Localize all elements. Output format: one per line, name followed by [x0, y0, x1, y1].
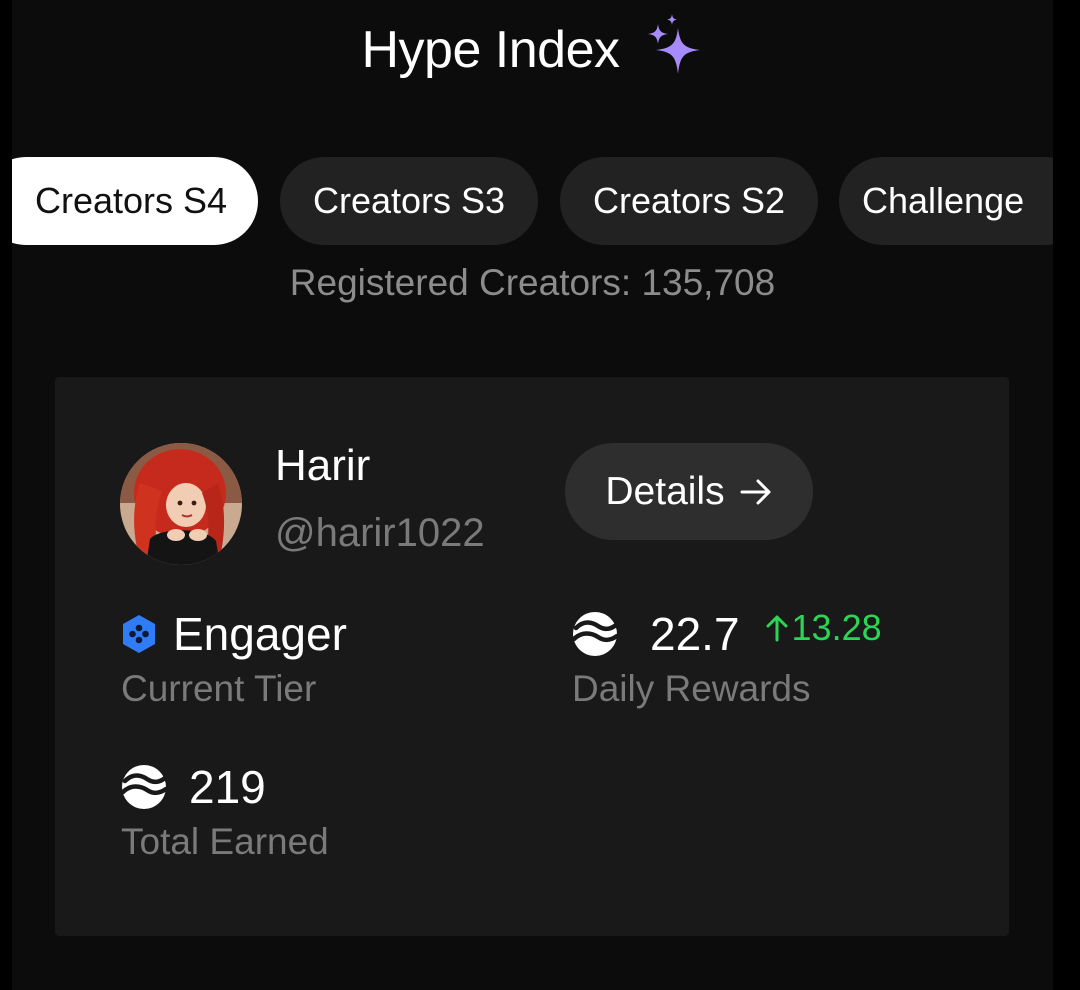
- avatar-image: [120, 443, 242, 565]
- tier-value: Engager: [173, 608, 347, 660]
- creator-name: Harir: [275, 441, 371, 490]
- daily-rewards-change: 13.28: [766, 607, 882, 649]
- tab-creators-s4[interactable]: Creators S4: [12, 157, 258, 245]
- page-title: Hype Index: [361, 21, 620, 79]
- tab-challenge[interactable]: Challenge: [839, 157, 1053, 245]
- daily-rewards-label: Daily Rewards: [572, 668, 811, 709]
- total-earned-label: Total Earned: [121, 821, 329, 862]
- header: Hype Index: [12, 14, 1053, 82]
- details-button[interactable]: Details: [565, 443, 813, 540]
- creator-handle: @harir1022: [275, 511, 485, 555]
- tab-creators-s2[interactable]: Creators S2: [560, 157, 818, 245]
- daily-rewards-change-value: 13.28: [791, 607, 882, 648]
- arrow-right-icon: [740, 479, 771, 504]
- registered-creators-count: Registered Creators: 135,708: [289, 262, 776, 303]
- tier-label: Current Tier: [121, 668, 317, 709]
- tab-bar: Creators S4 Creators S3 Creators S2 Chal…: [12, 157, 1053, 245]
- creator-card: Harir @harir1022 Details Engager Current…: [55, 377, 1009, 936]
- sparkles-icon: [647, 14, 700, 74]
- hexagon-badge-icon: [123, 615, 155, 653]
- coin-icon: [572, 612, 618, 656]
- avatar: [120, 443, 242, 565]
- page: Hype Index Creators S4 Creators S3 Creat…: [12, 0, 1053, 990]
- daily-rewards-stat: 22.7 13.28 Daily Rewards: [572, 604, 882, 710]
- current-tier-stat: Engager Current Tier: [121, 604, 347, 710]
- tab-creators-s3[interactable]: Creators S3: [280, 157, 538, 245]
- details-button-label: Details: [605, 469, 725, 513]
- coin-icon: [121, 765, 167, 809]
- total-earned-stat: 219 Total Earned: [121, 757, 329, 863]
- total-earned-value: 219: [189, 761, 266, 813]
- daily-rewards-value: 22.7: [650, 608, 740, 660]
- arrow-up-icon: [766, 615, 788, 642]
